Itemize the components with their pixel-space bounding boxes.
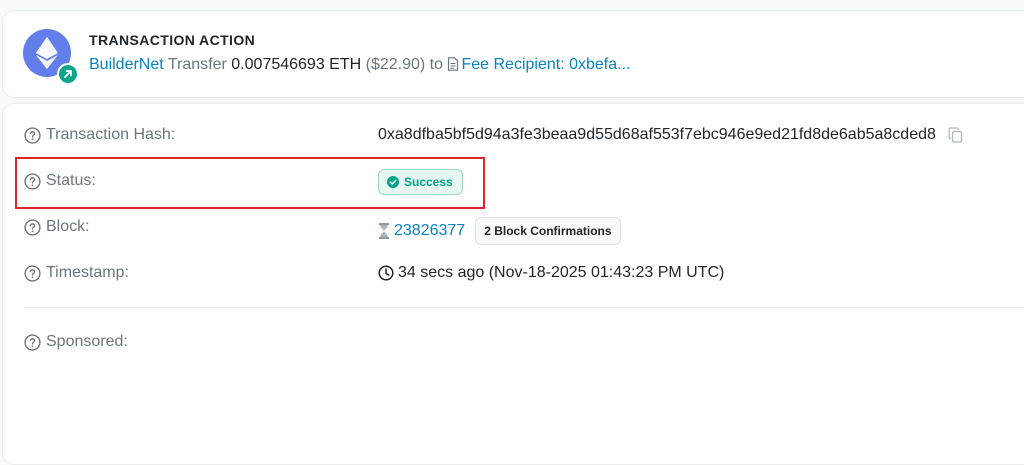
status-highlight-box [15,157,485,209]
eth-token-logo [23,29,79,85]
contract-document-icon [447,57,459,76]
transfer-usd-value: ($22.90) [365,56,426,73]
hourglass-icon [379,223,389,239]
row-timestamp: Timestamp: 34 secs ago (Nov-18-2025 01:4… [24,264,1024,288]
row-block: Block: 23826377 2 Block Confirmations [24,217,1024,245]
sponsored-label: Sponsored: [46,333,128,350]
block-number-link[interactable]: 23826377 [394,222,465,240]
transaction-action-summary: BuilderNet Transfer 0.007546693 ETH ($22… [89,56,630,76]
clock-icon [378,265,394,281]
row-sponsored: Sponsored: [24,333,1024,357]
timestamp-label: Timestamp: [46,264,129,281]
help-icon[interactable] [24,264,41,282]
timestamp-value: 34 secs ago (Nov-18-2025 01:43:23 PM UTC… [398,264,725,281]
block-label: Block: [46,218,90,235]
copy-icon[interactable] [948,127,963,143]
section-divider [24,307,1024,308]
block-confirmations-badge: 2 Block Confirmations [475,217,621,245]
from-address-link[interactable]: BuilderNet [89,56,164,73]
transaction-action-card: TRANSACTION ACTION BuilderNet Transfer 0… [2,10,1024,98]
row-transaction-hash: Transaction Hash: 0xa8dfba5bf5d94a3fe3be… [24,126,1024,150]
help-icon[interactable] [24,333,41,351]
transaction-action-title: TRANSACTION ACTION [89,32,256,48]
recipient-address-link[interactable]: Fee Recipient: 0xbefa... [461,56,630,73]
action-verb: Transfer [167,56,227,73]
transaction-hash-value: 0xa8dfba5bf5d94a3fe3beaa9d55d68af553f7eb… [378,126,936,143]
transaction-hash-label: Transaction Hash: [46,126,176,143]
outgoing-arrow-icon [57,63,79,85]
transfer-amount: 0.007546693 ETH [231,56,362,73]
to-word: to [429,56,444,73]
help-icon[interactable] [24,218,41,236]
help-icon[interactable] [24,126,41,144]
